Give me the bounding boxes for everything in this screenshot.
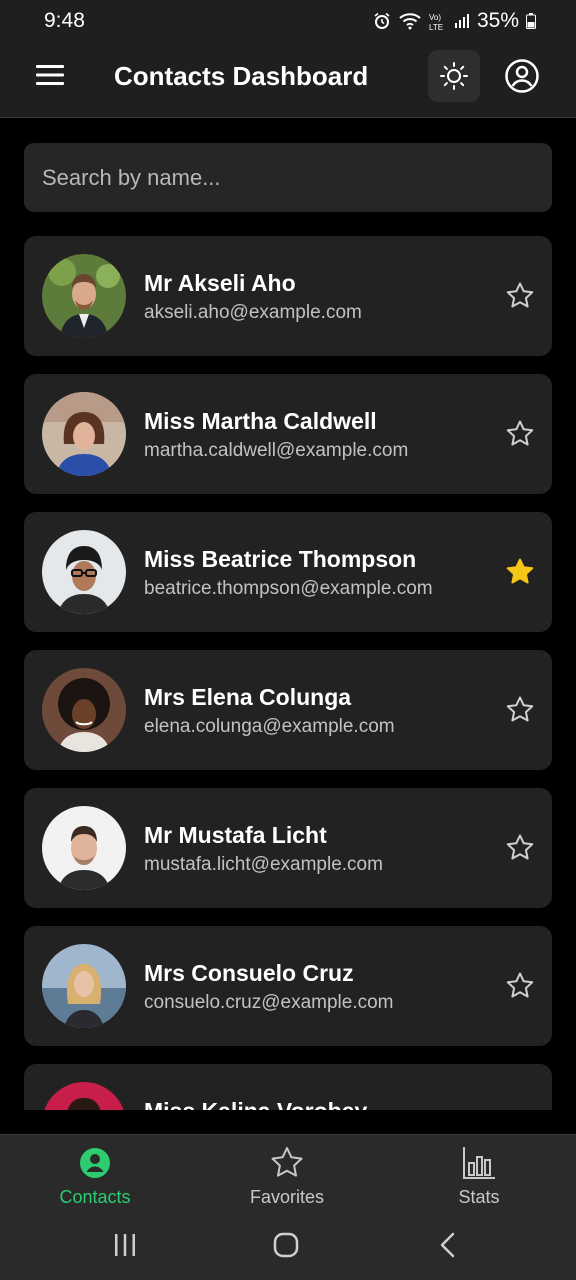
avatar [42, 1082, 126, 1110]
star-outline-icon[interactable] [505, 833, 535, 863]
home-icon[interactable] [273, 1232, 299, 1258]
avatar [42, 392, 126, 476]
nav-stats[interactable]: Stats [404, 1145, 554, 1208]
nav-label: Favorites [249, 1187, 325, 1207]
contact-card[interactable]: Miss Kalina Vorobey [24, 1064, 552, 1110]
contacts-content[interactable]: Mr Akseli Aho akseli.aho@example.com Mis… [0, 119, 576, 1110]
menu-icon [36, 65, 64, 85]
star-filled-icon[interactable] [505, 557, 535, 587]
person-circle-icon [80, 1148, 110, 1178]
contact-name: Mrs Elena Colunga [144, 684, 352, 710]
page-title: Contacts Dashboard [114, 61, 369, 91]
volte-icon: Vo)LTE [429, 13, 443, 31]
star-outline-icon[interactable] [505, 1109, 535, 1110]
back-icon[interactable] [437, 1232, 459, 1258]
sun-icon [440, 62, 468, 90]
contact-name: Miss Beatrice Thompson [144, 546, 417, 572]
star-outline-icon[interactable] [505, 281, 535, 311]
battery-icon [526, 13, 536, 29]
contact-email: beatrice.thompson@example.com [144, 578, 433, 599]
contact-card[interactable]: Mr Mustafa Licht mustafa.licht@example.c… [24, 788, 552, 908]
contact-email: consuelo.cruz@example.com [144, 992, 394, 1013]
svg-text:Vo): Vo) [429, 13, 441, 22]
contact-card[interactable]: Mrs Elena Colunga elena.colunga@example.… [24, 650, 552, 770]
contact-card[interactable]: Mrs Consuelo Cruz consuelo.cruz@example.… [24, 926, 552, 1046]
status-icons: Vo) LTE 35% [373, 9, 536, 33]
menu-button[interactable] [34, 64, 70, 94]
nav-contacts[interactable]: Contacts [20, 1145, 170, 1208]
contact-name: Mr Akseli Aho [144, 270, 296, 296]
contact-card[interactable]: Mr Akseli Aho akseli.aho@example.com [24, 236, 552, 356]
avatar [42, 944, 126, 1028]
theme-toggle-button[interactable] [428, 50, 480, 102]
avatar [42, 254, 126, 338]
contact-card[interactable]: Miss Beatrice Thompson beatrice.thompson… [24, 512, 552, 632]
contact-email: elena.colunga@example.com [144, 716, 395, 737]
wifi-icon [399, 13, 421, 30]
contact-name: Mrs Consuelo Cruz [144, 960, 354, 986]
battery-percent: 35% [476, 9, 519, 32]
contact-email: martha.caldwell@example.com [144, 440, 409, 461]
avatar [42, 668, 126, 752]
status-bar: 9:48 Vo) LTE 35% [0, 0, 576, 42]
recent-apps-icon[interactable] [112, 1232, 138, 1258]
system-nav-bar [0, 1212, 576, 1280]
contact-card[interactable]: Miss Martha Caldwell martha.caldwell@exa… [24, 374, 552, 494]
app-bar: Contacts Dashboard [0, 42, 576, 118]
avatar [42, 806, 126, 890]
star-outline-icon[interactable] [505, 971, 535, 1001]
alarm-icon [374, 12, 390, 29]
account-circle-icon [505, 59, 539, 93]
contact-list: Mr Akseli Aho akseli.aho@example.com Mis… [24, 236, 552, 1110]
nav-favorites[interactable]: Favorites [212, 1145, 362, 1208]
contact-email: akseli.aho@example.com [144, 302, 362, 323]
avatar [42, 530, 126, 614]
contact-name: Mr Mustafa Licht [144, 822, 327, 848]
search-input[interactable] [24, 143, 552, 212]
svg-text:LTE: LTE [429, 23, 443, 31]
nav-label: Contacts [59, 1187, 131, 1207]
bar-chart-icon [463, 1147, 495, 1179]
account-button[interactable] [504, 58, 540, 94]
star-outline-icon [271, 1147, 303, 1177]
contact-name: Miss Kalina Vorobey [144, 1098, 367, 1110]
status-time: 9:48 [44, 9, 85, 32]
star-outline-icon[interactable] [505, 695, 535, 725]
contact-email: mustafa.licht@example.com [144, 854, 383, 875]
star-outline-icon[interactable] [505, 419, 535, 449]
signal-icon [454, 14, 469, 28]
contact-name: Miss Martha Caldwell [144, 408, 377, 434]
bottom-nav: Contacts Favorites Stats [0, 1134, 576, 1212]
nav-label: Stats [458, 1187, 500, 1207]
